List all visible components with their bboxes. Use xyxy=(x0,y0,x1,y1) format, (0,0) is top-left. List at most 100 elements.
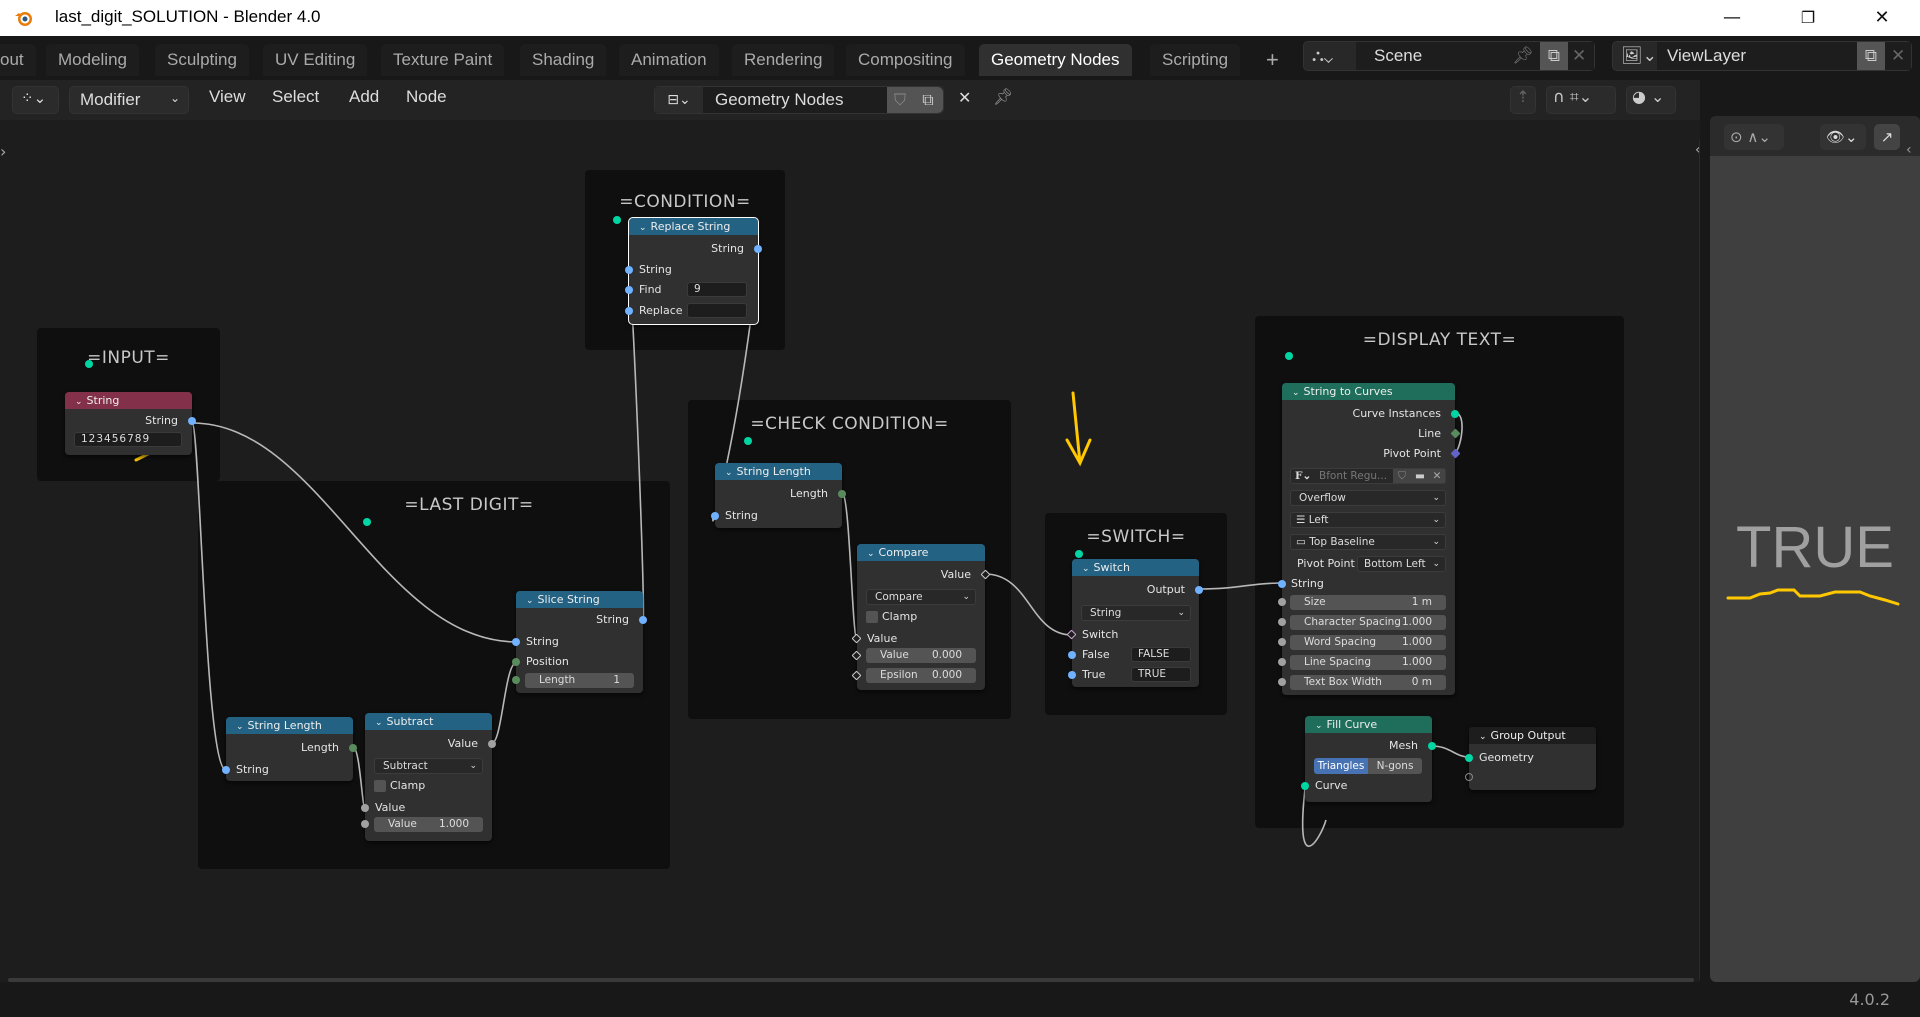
node-switch[interactable]: ⌄ Switch Output String ⌄ Switch False FALS… xyxy=(1066,559,1203,687)
node-header[interactable]: ⌄ String xyxy=(65,392,192,409)
collapse-chevron-icon[interactable]: ⌄ xyxy=(375,715,383,732)
param-field[interactable]: Character Spacing 1.000 xyxy=(1290,615,1446,630)
node-header[interactable]: ⌄ Switch xyxy=(1072,559,1199,576)
input-socket-string[interactable] xyxy=(222,766,230,774)
reroute-dot[interactable] xyxy=(744,437,752,445)
view-layer-selector[interactable]: 🖼︎⌄ ViewLayer ⧉ ✕ xyxy=(1612,41,1912,71)
input-socket-find[interactable] xyxy=(625,286,633,294)
remove-scene-icon[interactable]: ✕ xyxy=(1572,42,1586,70)
pin-icon[interactable]: 📌︎ xyxy=(993,87,1013,106)
input-socket-replace[interactable] xyxy=(625,307,633,315)
tab-geometry-nodes[interactable]: Geometry Nodes xyxy=(979,44,1132,76)
tab-compositing[interactable]: Compositing xyxy=(846,44,965,76)
length-field[interactable]: Length 1 xyxy=(525,673,634,688)
mode-triangles-button[interactable]: Triangles xyxy=(1314,758,1368,774)
input-socket-false[interactable] xyxy=(1068,651,1076,659)
node-group-selector[interactable]: ⊟⌄ Geometry Nodes ⛉ ⧉ xyxy=(654,86,944,114)
node-replace-string[interactable]: ⌄ Replace String String String Find 9 Rep… xyxy=(625,217,762,325)
collapse-chevron-icon[interactable]: ⌄ xyxy=(236,719,244,736)
toolbar-expand-icon[interactable]: › xyxy=(0,142,6,161)
output-socket-value[interactable] xyxy=(488,740,496,748)
collapse-chevron-icon[interactable]: ⌄ xyxy=(1292,385,1300,402)
pin-icon[interactable]: 📌︎ xyxy=(1512,42,1534,70)
node-string-length-check[interactable]: ⌄ String Length Length String xyxy=(711,463,846,528)
node-slice-string[interactable]: ⌄ Slice String String String Position Len… xyxy=(512,591,647,693)
sidebar-toggle-icon[interactable]: ‹ xyxy=(1906,142,1912,158)
input-socket-param[interactable] xyxy=(1278,598,1286,606)
empty-socket[interactable] xyxy=(1465,773,1473,781)
reroute-dot[interactable] xyxy=(613,216,621,224)
gizmo-toggle[interactable]: ↗ xyxy=(1874,124,1900,150)
collapse-chevron-icon[interactable]: ⌄ xyxy=(867,546,875,563)
input-socket-string[interactable] xyxy=(625,266,633,274)
collapse-chevron-icon[interactable]: ⌄ xyxy=(526,593,534,610)
editor-type-button[interactable]: ⁘⌄ xyxy=(12,86,59,114)
fake-user-shield-icon[interactable]: ⛉ xyxy=(887,87,913,113)
input-socket-string[interactable] xyxy=(711,512,719,520)
add-workspace-button[interactable]: + xyxy=(1254,44,1291,76)
node-compare[interactable]: ⌄ Compare Value Compare ⌄ Clamp Value Valu… xyxy=(851,544,991,690)
input-socket-geometry[interactable] xyxy=(1465,754,1473,762)
reroute-dot[interactable] xyxy=(1075,550,1083,558)
overflow-dropdown[interactable]: Overflow ⌄ xyxy=(1290,490,1446,506)
parent-node-tree-button[interactable]: ⇡ xyxy=(1510,86,1536,114)
tab-uv-editing[interactable]: UV Editing xyxy=(263,44,368,76)
output-socket-string[interactable] xyxy=(639,616,647,624)
input-socket-true[interactable] xyxy=(1068,671,1076,679)
collapse-chevron-icon[interactable]: ⌄ xyxy=(1315,718,1323,735)
node-string-input[interactable]: ⌄ String String 123456789 xyxy=(65,392,196,455)
input-socket-string[interactable] xyxy=(1278,580,1286,588)
input-socket-string[interactable] xyxy=(512,638,520,646)
find-field[interactable]: 9 xyxy=(687,282,747,297)
true-value-field[interactable]: TRUE xyxy=(1131,667,1191,682)
reroute-dot[interactable] xyxy=(363,518,371,526)
tab-texture-paint[interactable]: Texture Paint xyxy=(381,44,505,76)
input-socket-value[interactable] xyxy=(361,804,369,812)
reroute-dot[interactable] xyxy=(1285,352,1293,360)
unlink-icon[interactable]: ✕ xyxy=(958,88,971,107)
operation-dropdown[interactable]: Compare ⌄ xyxy=(866,589,976,605)
mode-ngons-button[interactable]: N-gons xyxy=(1368,758,1422,774)
param-field[interactable]: Word Spacing 1.000 xyxy=(1290,635,1446,650)
replace-field[interactable] xyxy=(687,303,747,318)
tab-sculpting[interactable]: Sculpting xyxy=(155,44,249,76)
epsilon-field[interactable]: Epsilon 0.000 xyxy=(866,668,976,683)
param-field[interactable]: Size 1 m xyxy=(1290,595,1446,610)
collapse-chevron-icon[interactable]: ⌄ xyxy=(725,465,733,482)
pivot-proportional-buttons[interactable]: ⊙ ∧⌄ xyxy=(1724,124,1784,150)
false-value-field[interactable]: FALSE xyxy=(1131,647,1191,662)
node-header[interactable]: ⌄ Compare xyxy=(857,544,985,561)
output-socket-string[interactable] xyxy=(188,417,196,425)
node-header[interactable]: ⌄ String to Curves xyxy=(1282,383,1455,400)
output-socket-mesh[interactable] xyxy=(1428,742,1436,750)
menu-view[interactable]: View xyxy=(209,87,246,107)
duplicate-scene-icon[interactable]: ⧉ xyxy=(1540,42,1568,70)
reroute-dot[interactable] xyxy=(85,360,93,368)
string-value-field[interactable]: 123456789 xyxy=(74,432,182,447)
output-socket-output[interactable] xyxy=(1195,586,1203,594)
close-button[interactable]: ✕ xyxy=(1862,4,1902,32)
node-header[interactable]: ⌄ Group Output xyxy=(1469,727,1596,744)
tab-layout[interactable]: out xyxy=(0,44,36,76)
tab-scripting[interactable]: Scripting xyxy=(1150,44,1241,76)
fake-user-shield-icon[interactable]: ⛉ xyxy=(1393,469,1411,483)
value-field[interactable]: Value 0.000 xyxy=(866,648,976,663)
node-string-to-curves[interactable]: ⌄ String to Curves Curve Instances Line P… xyxy=(1278,383,1461,695)
collapse-chevron-icon[interactable]: ⌄ xyxy=(75,394,83,411)
overlays-toggle[interactable]: ◕ ⌄ xyxy=(1626,86,1676,114)
visibility-toggle[interactable]: 👁︎⌄ xyxy=(1820,124,1866,150)
node-string-length-last[interactable]: ⌄ String Length Length String xyxy=(222,717,357,781)
scene-selector[interactable]: ⛬⌄ Scene 📌︎ ⧉ ✕ xyxy=(1303,41,1595,71)
output-socket-string[interactable] xyxy=(754,245,762,253)
menu-select[interactable]: Select xyxy=(272,87,319,107)
node-editor-canvas[interactable]: › ‹› =INPUT= =LAST DIGIT= =CONDITION= =C… xyxy=(0,120,1700,982)
tab-modeling[interactable]: Modeling xyxy=(46,44,139,76)
input-socket-position[interactable] xyxy=(512,658,520,666)
node-header[interactable]: ⌄ String Length xyxy=(715,463,842,480)
tab-animation[interactable]: Animation xyxy=(619,44,719,76)
input-socket-curve[interactable] xyxy=(1301,782,1309,790)
input-socket-length[interactable] xyxy=(512,676,520,684)
output-socket-curve-instances[interactable] xyxy=(1451,410,1459,418)
tab-shading[interactable]: Shading xyxy=(520,44,607,76)
value-field[interactable]: Value 1.000 xyxy=(374,817,483,832)
